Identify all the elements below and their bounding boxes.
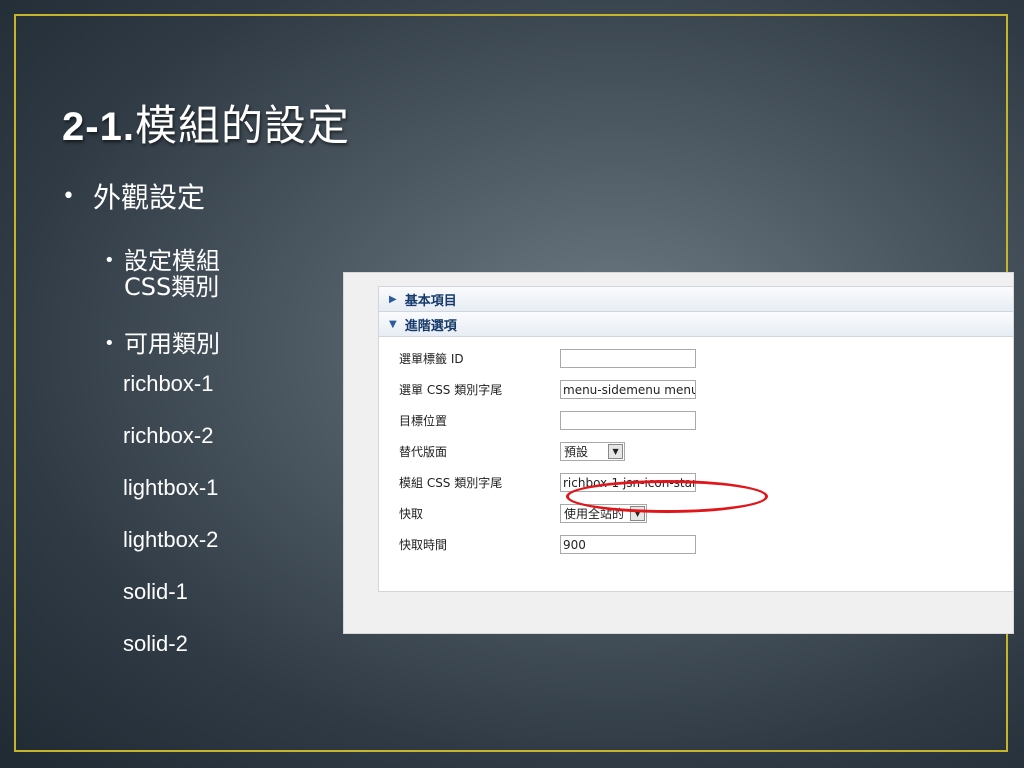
bullet-dot: • — [104, 333, 115, 354]
field-label: 模組 CSS 類別字尾 — [399, 476, 503, 490]
dropdown-arrow-icon: ▼ — [608, 444, 624, 459]
field-label: 選單 CSS 類別字尾 — [399, 383, 503, 397]
title-text: 模組的設定 — [134, 101, 350, 150]
section-advanced-label: 進階選項 — [404, 318, 457, 334]
field-label: 替代版面 — [399, 445, 448, 459]
bullet-dot: • — [62, 183, 75, 209]
class-item: solid-2 — [123, 631, 188, 656]
section-basic-header[interactable]: ▶ 基本項目 — [379, 287, 1013, 312]
bullet-sub2-text: 可用類別 — [124, 330, 220, 358]
section-advanced-header[interactable]: ▼ 進階選項 — [379, 312, 1013, 337]
field-label: 目標位置 — [399, 414, 448, 428]
class-list: richbox-1 richbox-2 lightbox-1 lightbox-… — [123, 358, 218, 670]
bullet-dot: • — [104, 250, 115, 271]
module-settings-screenshot: ▶ 基本項目 ▼ 進階選項 選單標籤 ID 選單 CSS 類別字尾 menu-s… — [343, 272, 1014, 634]
highlight-ellipse — [566, 480, 768, 513]
field-label: 快取 — [399, 507, 424, 521]
class-item: lightbox-1 — [123, 475, 219, 500]
menu-css-suffix-input[interactable]: menu-sidemenu menu — [560, 380, 696, 399]
bullet-main: • 外觀設定 — [62, 176, 205, 216]
bullet-sub-available-classes: • 可用類別 — [104, 331, 220, 357]
select-value: 預設 — [564, 444, 589, 459]
slide-title: 2-1.模組的設定 — [62, 92, 350, 153]
bullet-sub1-line1: 設定模組 — [124, 247, 220, 275]
class-item: richbox-2 — [123, 423, 214, 448]
class-item: lightbox-2 — [123, 527, 219, 552]
class-item: richbox-1 — [123, 371, 214, 396]
collapse-arrow-icon: ▼ — [389, 318, 397, 330]
alternative-layout-select[interactable]: 預設 ▼ — [560, 442, 626, 461]
cache-time-input[interactable]: 900 — [560, 535, 696, 554]
expand-arrow-icon: ▶ — [389, 293, 397, 305]
section-basic-label: 基本項目 — [404, 293, 457, 309]
bullet-sub1-line2: CSS類別 — [124, 273, 220, 301]
field-label: 選單標籤 ID — [399, 352, 464, 366]
settings-box: ▶ 基本項目 ▼ 進階選項 選單標籤 ID 選單 CSS 類別字尾 menu-s… — [378, 286, 1013, 592]
class-item: solid-1 — [123, 579, 188, 604]
target-position-input[interactable] — [560, 411, 696, 430]
bullet-main-text: 外觀設定 — [92, 181, 205, 214]
title-number: 2-1. — [62, 105, 135, 149]
menu-tag-id-input[interactable] — [560, 349, 696, 368]
field-label: 快取時間 — [399, 538, 448, 552]
bullet-sub-css-class: • 設定模組 CSS類別 — [104, 248, 220, 300]
